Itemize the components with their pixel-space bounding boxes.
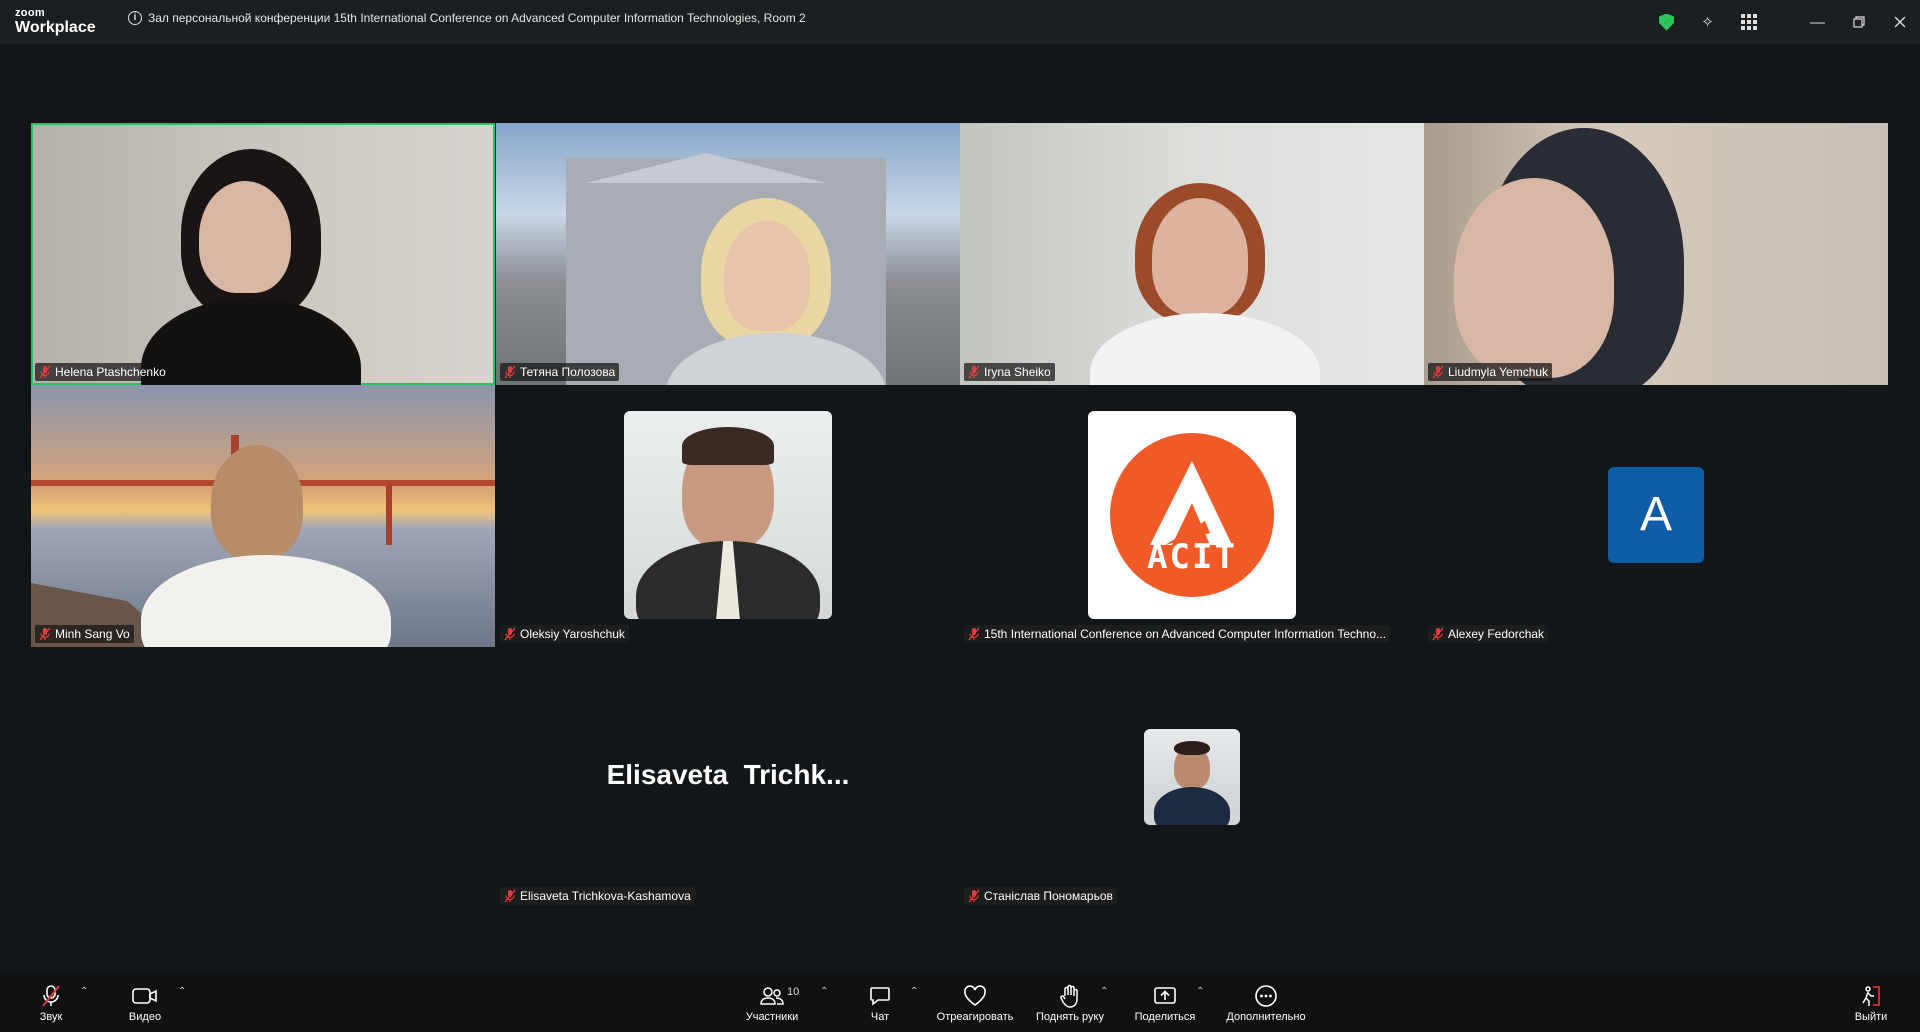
profile-photo — [1144, 729, 1240, 825]
hand-icon — [1059, 984, 1081, 1008]
raise-hand-button[interactable]: Поднять руку — [1030, 974, 1110, 1032]
mic-muted-icon — [39, 627, 51, 641]
participant-display-name: Elisaveta Trichk... — [606, 759, 850, 790]
video-tile-1[interactable]: Helena Ptashchenko — [31, 123, 495, 385]
more-dots-icon — [1254, 984, 1278, 1008]
chat-button[interactable]: Чат — [866, 974, 894, 1032]
security-shield-icon[interactable]: ✓ — [1646, 0, 1687, 44]
share-button[interactable]: Поделиться — [1130, 974, 1200, 1032]
video-tile-8[interactable]: A Alexey Fedorchak — [1424, 385, 1888, 647]
video-tile-9[interactable]: Elisaveta Trichk... Elisaveta Trichkova-… — [496, 647, 960, 909]
react-button[interactable]: Отреагировать — [930, 974, 1020, 1032]
mic-muted-icon — [968, 889, 980, 903]
minimize-icon[interactable]: — — [1797, 0, 1838, 44]
video-tile-4[interactable]: Liudmyla Yemchuk — [1424, 123, 1888, 385]
audio-options-caret-icon[interactable]: ⌃ — [80, 986, 88, 997]
mic-muted-icon — [504, 365, 516, 379]
heart-icon — [963, 984, 987, 1008]
video-button[interactable]: Видео — [120, 974, 170, 1032]
video-camera-icon — [132, 984, 158, 1008]
acit-logo: ACIT — [1110, 433, 1274, 597]
window-controls: ✓ ✧ — — [1646, 0, 1920, 44]
participant-name-label: Тетяна Полозова — [500, 363, 620, 381]
mic-muted-icon — [39, 365, 51, 379]
mic-muted-icon — [968, 627, 980, 641]
leave-door-icon — [1859, 984, 1883, 1008]
mic-muted-icon — [504, 627, 516, 641]
leave-button[interactable]: Выйти — [1850, 974, 1892, 1032]
video-tile-10[interactable]: Станіслав Пономарьов — [960, 647, 1424, 909]
more-button[interactable]: Дополнительно — [1218, 974, 1314, 1032]
chat-bubble-icon — [869, 984, 891, 1008]
participants-icon — [760, 984, 784, 1008]
participants-count: 10 — [787, 986, 800, 998]
participant-name-label: 15th International Conference on Advance… — [964, 625, 1391, 643]
raise-hand-options-caret-icon[interactable]: ⌃ — [1100, 986, 1108, 997]
share-options-caret-icon[interactable]: ⌃ — [1196, 986, 1204, 997]
video-options-caret-icon[interactable]: ⌃ — [178, 986, 186, 997]
audio-button[interactable]: Звук — [30, 974, 72, 1032]
zoom-workplace-logo: zoom Workplace — [15, 7, 96, 36]
participants-options-caret-icon[interactable]: ⌃ — [820, 986, 828, 997]
participant-name-label: Станіслав Пономарьов — [964, 887, 1117, 905]
mic-muted-icon — [1432, 627, 1444, 641]
profile-photo — [624, 411, 832, 619]
video-tile-6[interactable]: Oleksiy Yaroshchuk — [496, 385, 960, 647]
participant-name-label: Alexey Fedorchak — [1428, 625, 1549, 643]
meeting-toolbar: Звук ⌃ Видео ⌃ Участники 10 ⌃ Чат ⌃ Отре… — [0, 974, 1920, 1032]
participant-name-label: Iryna Sheiko — [964, 363, 1055, 381]
chat-options-caret-icon[interactable]: ⌃ — [910, 986, 918, 997]
share-screen-icon — [1153, 984, 1177, 1008]
info-icon[interactable]: i — [128, 11, 142, 25]
meeting-title-text: Зал персональной конференции 15th Intern… — [148, 11, 806, 25]
participant-name-label: Oleksiy Yaroshchuk — [500, 625, 629, 643]
ai-companion-icon[interactable]: ✧ — [1687, 0, 1728, 44]
video-tile-5[interactable]: Minh Sang Vo — [31, 385, 495, 647]
participant-name-label: Minh Sang Vo — [35, 625, 134, 643]
video-tile-3[interactable]: Iryna Sheiko — [960, 123, 1424, 385]
video-tile-2[interactable]: Тетяна Полозова — [496, 123, 960, 385]
mic-muted-icon — [968, 365, 980, 379]
acit-logo-card: ACIT — [1088, 411, 1296, 619]
close-icon[interactable] — [1879, 0, 1920, 44]
meeting-title[interactable]: i Зал персональной конференции 15th Inte… — [128, 11, 806, 25]
mic-muted-icon — [1432, 365, 1444, 379]
participants-button[interactable]: Участники — [738, 974, 806, 1032]
title-bar: zoom Workplace i Зал персональной конфер… — [0, 0, 1920, 44]
participant-name-label: Elisaveta Trichkova-Kashamova — [500, 887, 695, 905]
mic-muted-icon — [504, 889, 516, 903]
view-grid-icon[interactable] — [1728, 0, 1769, 44]
participant-name-label: Helena Ptashchenko — [35, 363, 170, 381]
avatar: A — [1608, 467, 1704, 563]
video-tile-7[interactable]: ACIT 15th International Conference on Ad… — [960, 385, 1424, 647]
mic-muted-icon — [40, 984, 62, 1008]
restore-icon[interactable] — [1838, 0, 1879, 44]
participant-name-label: Liudmyla Yemchuk — [1428, 363, 1553, 381]
